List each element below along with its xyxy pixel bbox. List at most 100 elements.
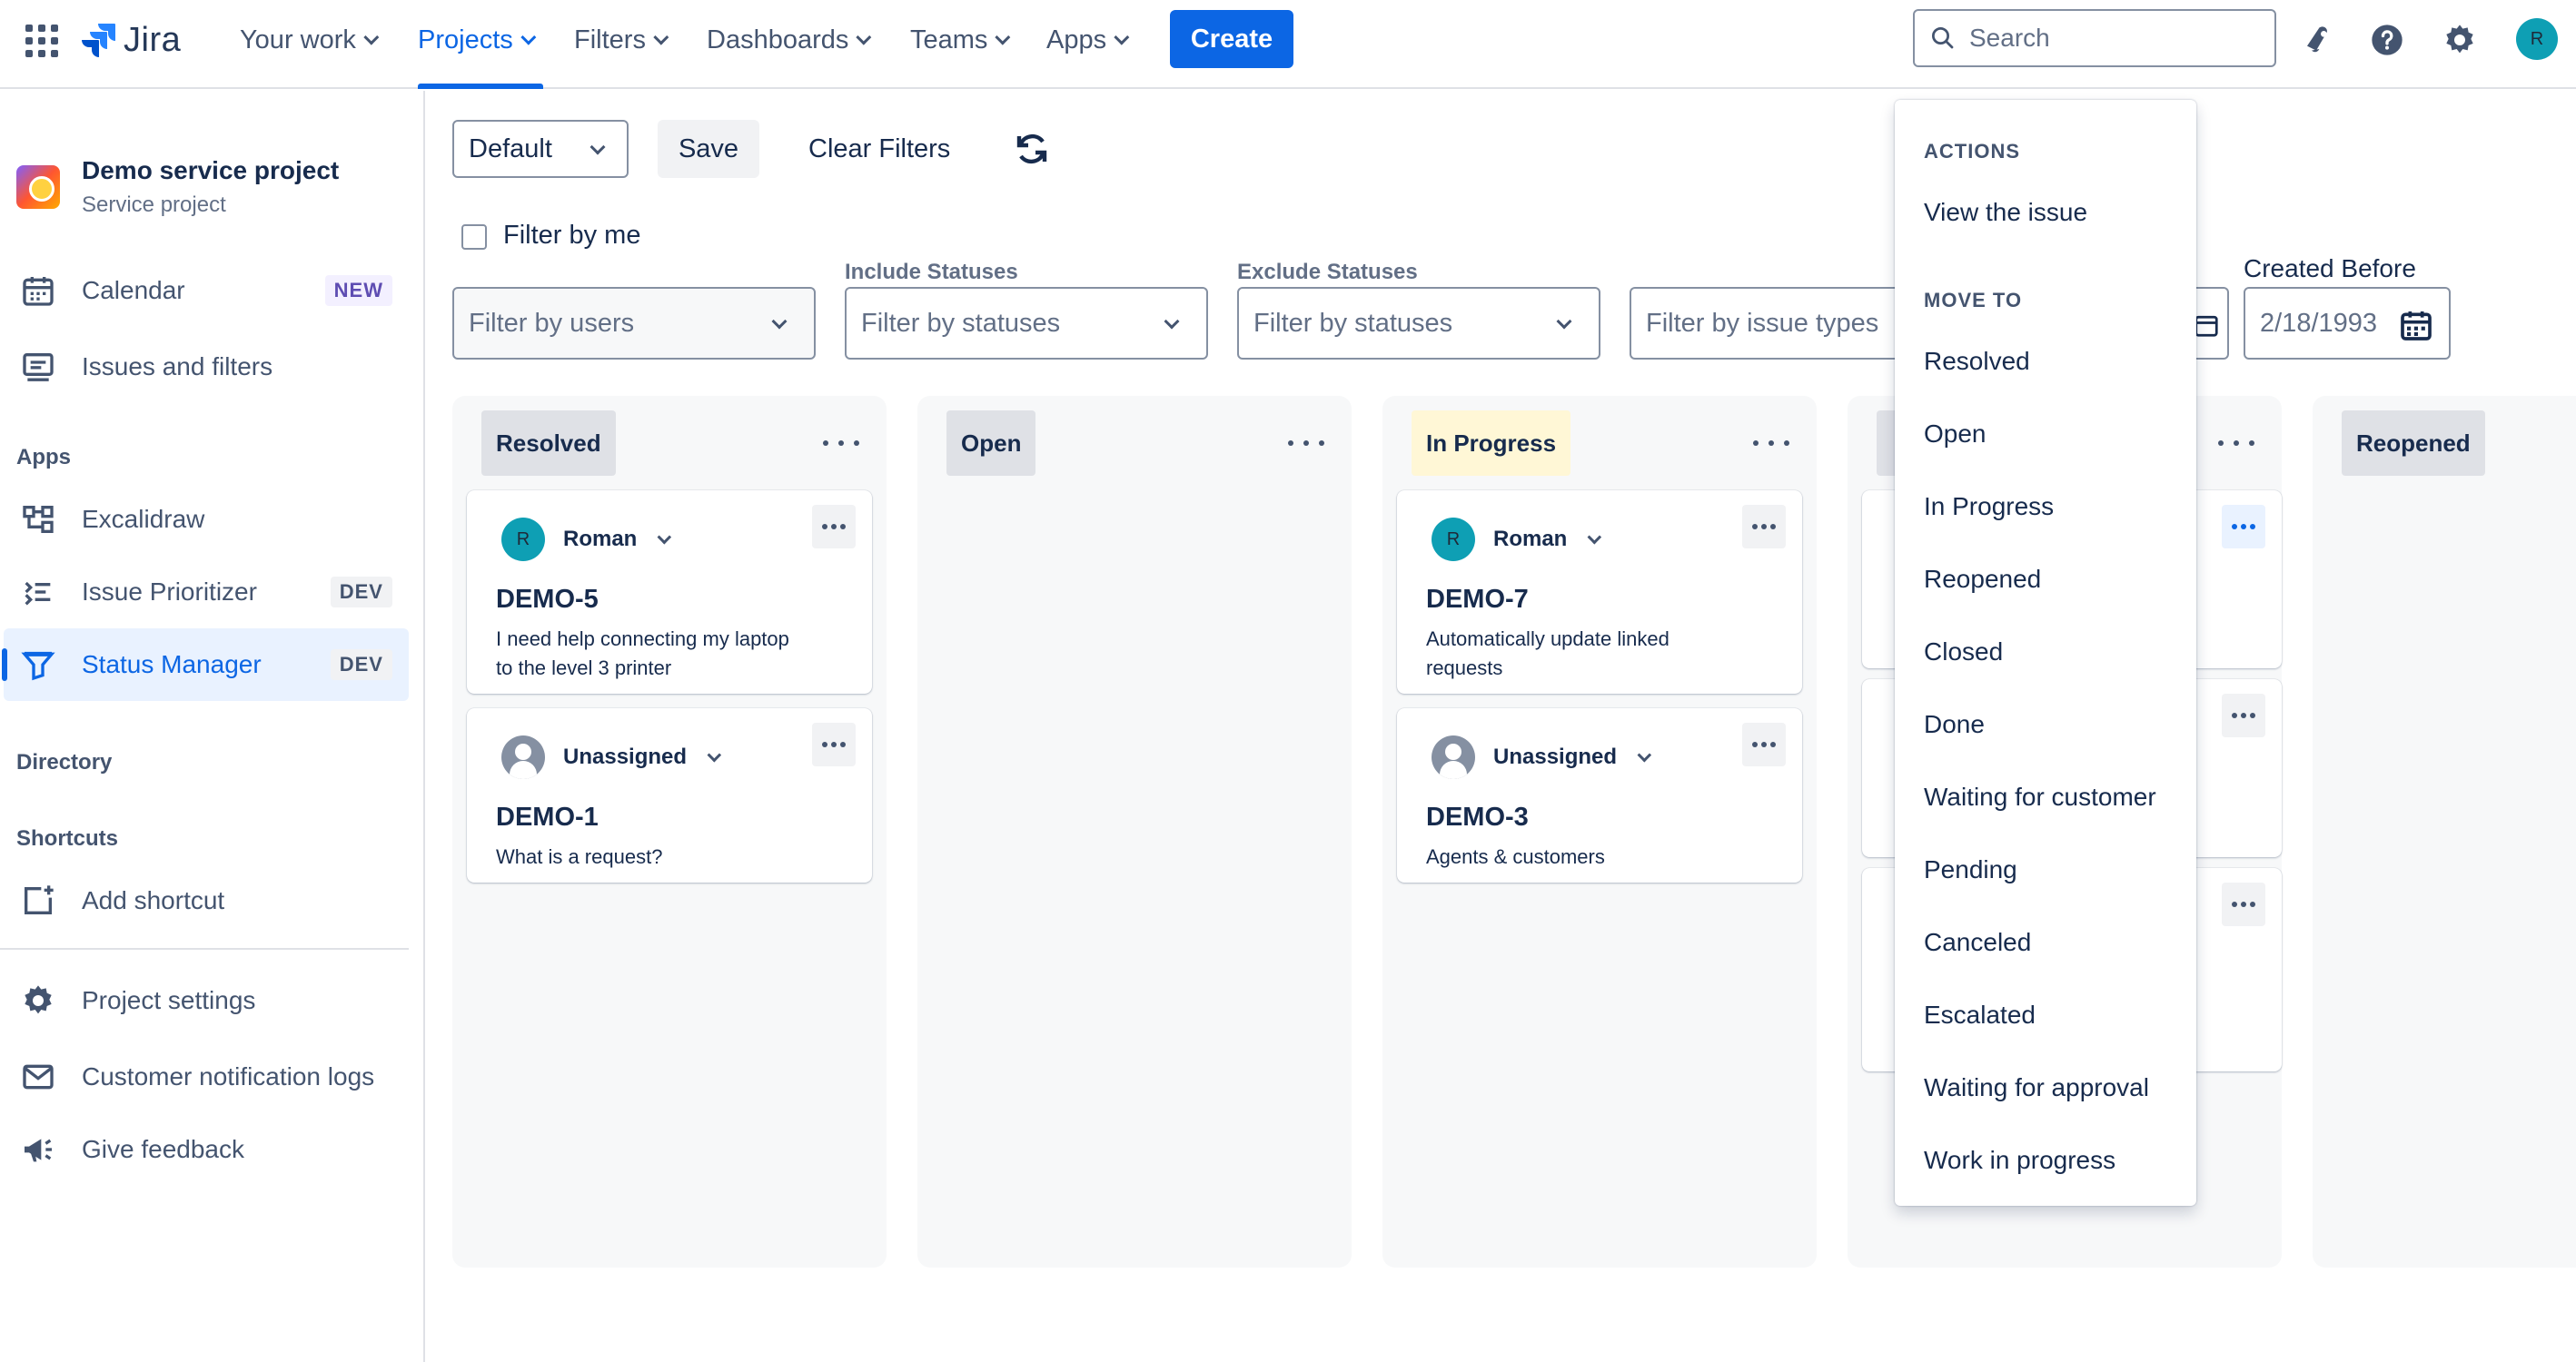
- sidebar-item-project-settings[interactable]: Project settings: [0, 964, 409, 1037]
- sidebar-item-status-manager[interactable]: Status Manager DEV: [2, 628, 409, 701]
- sidebar-item-excalidraw[interactable]: Excalidraw: [0, 483, 409, 556]
- issue-key[interactable]: DEMO-3: [1426, 803, 1529, 833]
- chevron-down-icon: [653, 29, 669, 45]
- column-more-icon[interactable]: [1753, 432, 1789, 454]
- card-more-button[interactable]: [1742, 723, 1786, 766]
- excalidraw-icon: [20, 501, 56, 538]
- directory-heading[interactable]: Directory: [16, 750, 112, 775]
- sidebar-item-label: Give feedback: [82, 1135, 244, 1163]
- menu-item-view-issue[interactable]: View the issue: [1924, 185, 2187, 240]
- chevron-down-icon: [1637, 747, 1652, 762]
- menu-item-move-in-progress[interactable]: In Progress: [1924, 479, 2187, 534]
- nav-projects[interactable]: Projects: [418, 20, 537, 60]
- refresh-icon[interactable]: [1010, 127, 1054, 171]
- create-button[interactable]: Create: [1170, 10, 1293, 68]
- created-before-label: Created Before: [2244, 254, 2416, 282]
- sidebar-item-label: Customer notification logs: [82, 1062, 375, 1091]
- created-before-date-field[interactable]: 2/18/1993: [2244, 287, 2451, 360]
- card-assignee[interactable]: R Roman: [1432, 518, 1602, 561]
- sidebar-item-issue-prioritizer[interactable]: Issue Prioritizer DEV: [0, 556, 409, 628]
- menu-item-move-closed[interactable]: Closed: [1924, 625, 2187, 679]
- menu-item-move-canceled[interactable]: Canceled: [1924, 915, 2187, 970]
- menu-item-move-done[interactable]: Done: [1924, 697, 2187, 752]
- add-shortcut-button[interactable]: Add shortcut: [0, 864, 409, 937]
- active-nav-indicator: [418, 84, 543, 89]
- issue-key[interactable]: DEMO-5: [496, 585, 599, 615]
- nav-your-work[interactable]: Your work: [240, 20, 380, 60]
- issue-key[interactable]: DEMO-7: [1426, 585, 1529, 615]
- sidebar-item-issues-and-filters[interactable]: Issues and filters: [0, 331, 409, 403]
- nav-apps[interactable]: Apps: [1046, 20, 1130, 60]
- dev-badge: DEV: [330, 577, 392, 607]
- calendar-icon[interactable]: [2398, 307, 2434, 343]
- column-more-icon[interactable]: [2218, 432, 2254, 454]
- actions-heading: ACTIONS: [1924, 140, 2020, 163]
- menu-item-move-reopened[interactable]: Reopened: [1924, 552, 2187, 607]
- calendar-icon: [2195, 315, 2218, 337]
- include-statuses-select[interactable]: Filter by statuses: [845, 287, 1208, 360]
- sidebar-item-customer-notification-logs[interactable]: Customer notification logs: [0, 1041, 409, 1113]
- jira-logo[interactable]: Jira: [80, 18, 181, 62]
- chevron-down-icon: [520, 29, 537, 45]
- sidebar-item-label: Excalidraw: [82, 505, 205, 533]
- menu-item-move-waiting-for-approval[interactable]: Waiting for approval: [1924, 1061, 2187, 1115]
- app-switcher-icon[interactable]: [25, 25, 58, 57]
- clear-filters-button[interactable]: Clear Filters: [790, 120, 968, 178]
- search-field[interactable]: [1913, 9, 2276, 67]
- menu-item-move-escalated[interactable]: Escalated: [1924, 988, 2187, 1042]
- assignee-name: Roman: [563, 527, 638, 551]
- search-input[interactable]: [1969, 24, 2260, 53]
- nav-teams[interactable]: Teams: [910, 20, 1011, 60]
- menu-item-move-pending[interactable]: Pending: [1924, 843, 2187, 897]
- more-icon: [2232, 713, 2255, 718]
- issue-card-demo-1[interactable]: Unassigned DEMO-1 What is a request?: [467, 708, 872, 883]
- issue-types-select[interactable]: Filter by issue types: [1630, 287, 1902, 360]
- help-icon[interactable]: [2365, 18, 2409, 62]
- menu-item-move-work-in-progress[interactable]: Work in progress: [1924, 1133, 2187, 1188]
- filter-by-me-checkbox[interactable]: [461, 224, 487, 250]
- sidebar-item-give-feedback[interactable]: Give feedback: [0, 1113, 409, 1186]
- created-before-value: 2/18/1993: [2260, 308, 2378, 338]
- issue-card-demo-3[interactable]: Unassigned DEMO-3 Agents & customers: [1397, 708, 1802, 883]
- prioritizer-icon: [20, 574, 56, 610]
- nav-dashboards[interactable]: Dashboards: [707, 20, 872, 60]
- sidebar: Demo service project Service project Cal…: [0, 91, 425, 1362]
- card-more-button[interactable]: [812, 505, 856, 548]
- project-header[interactable]: Demo service project Service project: [16, 156, 339, 218]
- card-more-button[interactable]: [2222, 883, 2265, 926]
- more-icon: [2232, 524, 2255, 529]
- menu-item-move-resolved[interactable]: Resolved: [1924, 334, 2187, 389]
- column-more-icon[interactable]: [823, 432, 859, 454]
- view-select[interactable]: Default: [452, 120, 629, 178]
- nav-filters[interactable]: Filters: [574, 20, 669, 60]
- card-more-button[interactable]: [812, 723, 856, 766]
- card-more-button[interactable]: [2222, 694, 2265, 737]
- settings-icon[interactable]: [2438, 18, 2482, 62]
- view-select-value: Default: [469, 133, 552, 163]
- card-more-button[interactable]: [2222, 505, 2265, 548]
- menu-item-move-open[interactable]: Open: [1924, 407, 2187, 461]
- issue-key[interactable]: DEMO-1: [496, 803, 599, 833]
- column-more-icon[interactable]: [1288, 432, 1324, 454]
- card-assignee[interactable]: Unassigned: [1432, 735, 1652, 779]
- chevron-down-icon: [771, 313, 788, 330]
- exclude-statuses-select[interactable]: Filter by statuses: [1237, 287, 1600, 360]
- card-assignee[interactable]: R Roman: [501, 518, 672, 561]
- user-avatar[interactable]: R: [2516, 18, 2558, 60]
- issue-card-demo-5[interactable]: R Roman DEMO-5 I need help connecting my…: [467, 490, 872, 694]
- column-status-lozenge: Open: [946, 410, 1036, 476]
- issue-card-demo-7[interactable]: R Roman DEMO-7 Automatically update link…: [1397, 490, 1802, 694]
- card-more-button[interactable]: [1742, 505, 1786, 548]
- notifications-icon[interactable]: [2294, 18, 2338, 62]
- card-actions-menu: ACTIONS View the issue MOVE TO Resolved …: [1895, 100, 2196, 1206]
- issue-summary: Agents & customers: [1426, 845, 1605, 868]
- assignee-name: Unassigned: [563, 745, 688, 769]
- sidebar-item-calendar[interactable]: Calendar NEW: [0, 254, 409, 327]
- sidebar-item-label: Add shortcut: [82, 886, 225, 914]
- save-button[interactable]: Save: [658, 120, 759, 178]
- issue-types-placeholder: Filter by issue types: [1646, 308, 1879, 338]
- users-filter-select[interactable]: Filter by users: [452, 287, 816, 360]
- card-assignee[interactable]: Unassigned: [501, 735, 722, 779]
- chevron-down-icon: [856, 29, 872, 45]
- menu-item-move-waiting-for-customer[interactable]: Waiting for customer: [1924, 770, 2187, 824]
